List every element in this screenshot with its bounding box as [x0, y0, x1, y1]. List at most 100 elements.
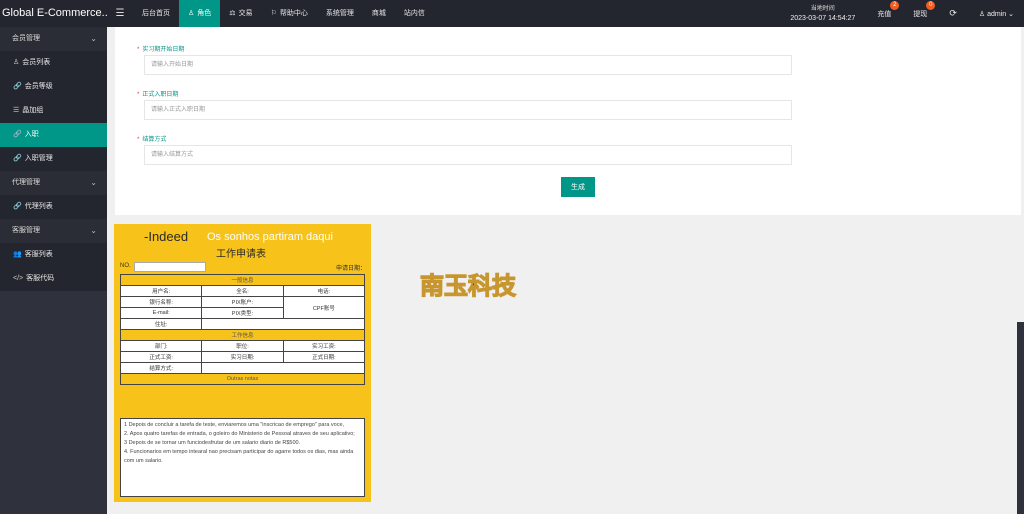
field-label-settlement: * 结算方式	[137, 134, 166, 143]
sidebar-item-group[interactable]: ☰ 晶加组	[0, 99, 107, 123]
sidebar-group-label: 代理管理	[12, 179, 40, 186]
top-right-area: 当地时间 2023-03-07 14:54:27 充值 2 提现 0 ⟳ ♙ a…	[790, 0, 1024, 27]
table-row: 住址:	[119, 318, 365, 330]
onboard-date-input[interactable]	[144, 100, 792, 120]
field-label-text: 实习期开始日期	[142, 47, 185, 53]
chevron-down-icon: ⌄	[90, 34, 97, 43]
table-row: 结算方式:	[119, 362, 365, 374]
withdraw-button[interactable]: 提现 0	[913, 0, 936, 19]
table-cell: 正式工资:	[119, 351, 203, 363]
required-mark: *	[137, 92, 140, 98]
recharge-button[interactable]: 充值 2	[877, 0, 900, 19]
field-label-start-date: * 实习期开始日期	[137, 44, 184, 53]
app-title: Global E-Commerce...	[2, 7, 107, 19]
table-cell: E-mail:	[119, 307, 203, 319]
chevron-down-icon: ⌄	[90, 178, 97, 187]
code-icon: </>	[13, 275, 24, 282]
tab-help[interactable]: ⚐ 帮助中心	[262, 0, 317, 27]
app-slogan: Os sonhos partiram daqui	[207, 231, 333, 243]
sidebar-item-service-code[interactable]: </> 客服代码	[0, 267, 107, 291]
users-icon: 👥	[13, 251, 22, 258]
user-icon: ♙	[13, 59, 20, 66]
section-work: 工作信息	[120, 329, 365, 341]
sidebar-item-label: 入职管理	[24, 155, 53, 162]
table-cell	[201, 318, 365, 330]
table-cell: PIX类型:	[201, 307, 284, 319]
app-date-label: 申请日期：	[335, 266, 366, 272]
section-general: 一般信息	[120, 274, 365, 286]
app-table: 一般信息 用户名: 全名: 电话: 银行名称: PIX账户: CPF账号 E-m…	[119, 274, 366, 385]
app-notes: 1 Depois de concluir a tarefa de teste, …	[120, 418, 365, 497]
tab-mall-label: 商城	[371, 10, 386, 17]
sidebar-item-label: 晶加组	[22, 107, 44, 114]
local-clock: 当地时间 2023-03-07 14:54:27	[790, 4, 855, 24]
sidebar-item-member-level[interactable]: 🔗 会员等级	[0, 75, 107, 99]
sidebar-group-service[interactable]: 客服管理 ⌄	[0, 219, 107, 243]
table-cell	[201, 362, 365, 374]
top-navbar: Global E-Commerce... ☰ 后台首页 ♙ 角色 ⚖ 交易 ⚐ 帮助中…	[0, 0, 1024, 27]
refresh-icon[interactable]: ⟳	[949, 8, 957, 19]
app-title: 工作申请表	[216, 249, 266, 260]
sidebar-item-label: 入职	[24, 131, 39, 138]
tab-trade-label: 交易	[238, 10, 253, 17]
table-cell: 职位:	[201, 340, 284, 352]
tab-system-label: 系统管理	[325, 10, 354, 17]
sidebar-item-member-list[interactable]: ♙ 会员列表	[0, 51, 107, 75]
top-nav-tabs: 后台首页 ♙ 角色 ⚖ 交易 ⚐ 帮助中心 系统管理 商城 站内信	[133, 0, 434, 27]
user-menu[interactable]: ♙ admin ⌄	[979, 10, 1014, 18]
scale-icon: ⚖	[229, 10, 236, 17]
svg-text:南玉科技: 南玉科技	[420, 271, 517, 300]
table-cell: 实习日期:	[201, 351, 284, 363]
tab-system[interactable]: 系统管理	[317, 0, 363, 27]
sidebar-group-label: 客服管理	[12, 227, 40, 234]
sidebar-item-label: 会员列表	[22, 59, 51, 66]
table-row: 银行名称: PIX账户: CPF账号	[119, 296, 366, 319]
table-cell: PIX账户:	[201, 296, 284, 308]
sidebar-group-member[interactable]: 会员管理 ⌄	[0, 27, 107, 51]
company-logo: 南玉科技	[419, 270, 517, 300]
note-line: 1 Depois de concluir a tarefa de teste, …	[124, 422, 345, 428]
page-scrollbar[interactable]	[1017, 322, 1024, 514]
sidebar-item-agent-list[interactable]: 🔗 代理列表	[0, 195, 107, 219]
table-cell: 住址:	[119, 318, 203, 330]
sidebar-item-label: 会员等级	[24, 83, 53, 90]
tab-mall[interactable]: 商城	[363, 0, 395, 27]
tab-role-label: 角色	[197, 10, 212, 17]
settlement-input[interactable]	[144, 145, 792, 165]
sidebar-item-label: 客服列表	[24, 251, 53, 258]
table-cell: 用户名:	[119, 285, 203, 297]
field-label-text: 正式入职日期	[142, 92, 179, 98]
note-line: 3 Depois de se tornar um funciodesfrutar…	[124, 440, 301, 446]
table-cell: 全名:	[201, 285, 284, 297]
section-notes: Outras notas	[120, 373, 365, 385]
sidebar-group-agent[interactable]: 代理管理 ⌄	[0, 171, 107, 195]
table-cell: 银行名称:	[119, 296, 203, 308]
table-row: 正式工资: 实习日期: 正式日期:	[119, 351, 366, 363]
tab-role[interactable]: ♙ 角色	[179, 0, 221, 27]
link-icon: 🔗	[13, 155, 22, 162]
tab-messages-label: 站内信	[403, 10, 425, 17]
menu-toggle-icon[interactable]: ☰	[107, 8, 133, 19]
generate-button[interactable]: 生成	[561, 177, 595, 197]
link-icon: 🔗	[13, 83, 22, 90]
table-cell: 部门:	[119, 340, 203, 352]
app-brand: -Indeed	[144, 229, 189, 244]
recharge-badge: 2	[890, 0, 900, 10]
clock-value: 2023-03-07 14:54:27	[790, 14, 856, 22]
field-label-text: 结算方式	[142, 137, 167, 143]
table-cell: 正式日期:	[282, 351, 366, 363]
start-date-input[interactable]	[144, 55, 792, 75]
tab-messages[interactable]: 站内信	[395, 0, 434, 27]
chevron-down-icon: ⌄	[1008, 10, 1014, 18]
sidebar-item-onboard-manage[interactable]: 🔗 入职管理	[0, 147, 107, 171]
clock-label: 当地时间	[810, 5, 835, 12]
app-no-box	[134, 262, 206, 272]
sidebar-item-service-list[interactable]: 👥 客服列表	[0, 243, 107, 267]
user-name: admin	[987, 10, 1007, 18]
sidebar-item-label: 代理列表	[24, 203, 53, 210]
tab-home[interactable]: 后台首页	[133, 0, 179, 27]
tab-trade[interactable]: ⚖ 交易	[220, 0, 261, 27]
table-row: 部门: 职位: 实习工资:	[119, 340, 366, 352]
link-icon: 🔗	[13, 131, 22, 138]
sidebar-item-onboard[interactable]: 🔗 入职	[0, 123, 107, 147]
